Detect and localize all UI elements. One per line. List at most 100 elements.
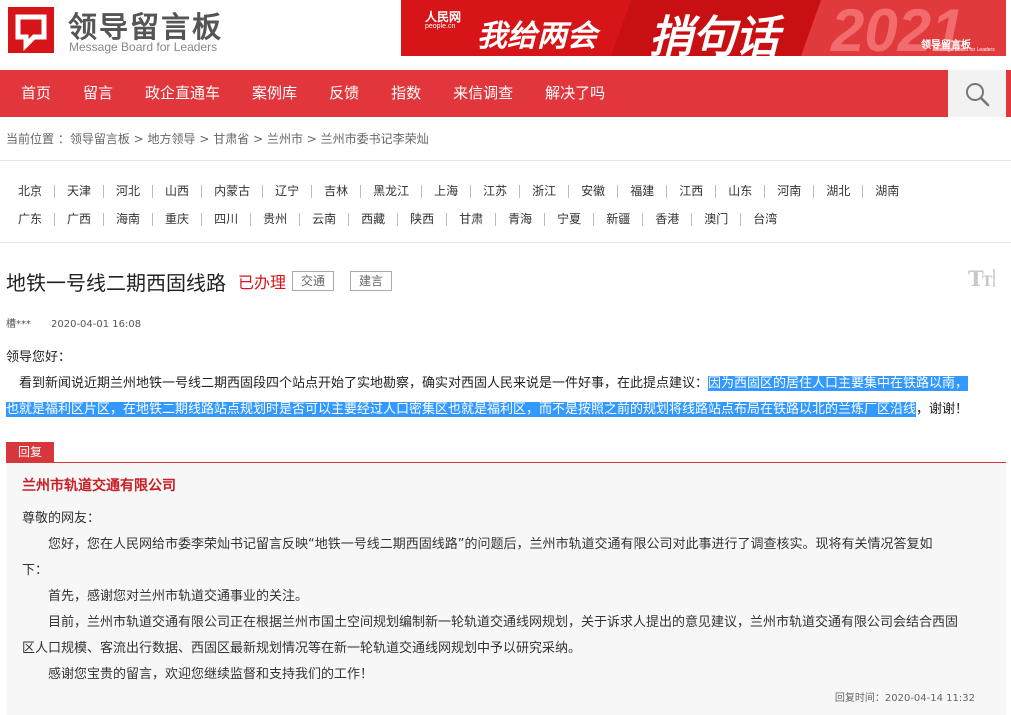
message-line-1: 看到新闻说近期兰州地铁一号线二期西固段四个站点开始了实地勘察，确实对西固人民来说…: [6, 371, 1006, 397]
reply-time: 回复时间：2020-04-14 11:32: [834, 693, 975, 704]
province-item[interactable]: 香港: [642, 212, 691, 226]
province-row-2: 广东 广西 海南 重庆 四川 贵州 云南 西藏 陕西 甘肃 青海 宁夏 新疆 香…: [8, 205, 1008, 233]
province-item[interactable]: 山西: [152, 184, 201, 198]
reply-paragraph: 目前，兰州市轨道交通有限公司正在根据兰州市国土空间规划编制新一轮轨道交通线网规划…: [48, 615, 959, 630]
status-badge: 已办理: [238, 273, 287, 292]
breadcrumb-local-leaders[interactable]: 地方领导: [148, 132, 196, 146]
province-item[interactable]: 重庆: [152, 212, 201, 226]
province-item[interactable]: 澳门: [691, 212, 740, 226]
message-greeting: 领导您好：: [6, 350, 72, 365]
message-line-2: 也就是福利区片区，在地铁二期线路站点规划时是否可以主要经过人口密集区也就是福利区…: [6, 397, 1006, 423]
province-item[interactable]: 福建: [617, 184, 666, 198]
message-text: 看到新闻说近期兰州地铁一号线二期西固段四个站点开始了实地勘察，确实对西固人民来说…: [19, 376, 709, 391]
province-item[interactable]: 吉林: [311, 184, 360, 198]
nav-messages[interactable]: 留言: [67, 70, 129, 117]
divider: [0, 242, 1011, 243]
province-item[interactable]: 黑龙江: [360, 184, 421, 198]
reply-tab: 回复: [6, 442, 54, 463]
font-size-icon[interactable]: T T: [968, 265, 996, 291]
message-author: 槽***: [6, 319, 31, 330]
selected-text: 也就是福利区片区，在地铁二期线路站点规划时是否可以主要经过人口密集区也就是福利区…: [6, 402, 917, 417]
province-item[interactable]: 广东: [8, 212, 54, 226]
province-item[interactable]: 内蒙古: [201, 184, 262, 198]
banner-brand-en: Message Board for Leaders: [933, 47, 995, 53]
reply-body: 尊敬的网友： 您好，您在人民网给市委李荣灿书记留言反映“地铁一号线二期西固线路”…: [22, 506, 984, 688]
province-item[interactable]: 河北: [103, 184, 152, 198]
province-item[interactable]: 广西: [54, 212, 103, 226]
tag-suggestion[interactable]: 建言: [350, 271, 393, 291]
message-body: 领导您好： 看到新闻说近期兰州地铁一号线二期西固段四个站点开始了实地勘察，确实对…: [6, 345, 1006, 423]
logo-icon: [8, 7, 54, 53]
province-item[interactable]: 西藏: [348, 212, 397, 226]
divider: [0, 160, 1011, 161]
breadcrumb-gansu[interactable]: 甘肃省: [213, 132, 249, 146]
breadcrumb-lanzhou[interactable]: 兰州市: [267, 132, 303, 146]
message-title-row: 地铁一号线二期西固线路 已办理 交通 建言: [6, 266, 393, 296]
province-item[interactable]: 云南: [299, 212, 348, 226]
province-item[interactable]: 甘肃: [446, 212, 495, 226]
province-item[interactable]: 河南: [764, 184, 813, 198]
nav-resolved[interactable]: 解决了吗: [529, 70, 621, 117]
breadcrumb-board[interactable]: 领导留言板: [70, 132, 130, 146]
tag-traffic[interactable]: 交通: [292, 271, 335, 291]
message-text: ，谢谢！: [916, 402, 969, 417]
province-list: 北京 天津 河北 山西 内蒙古 辽宁 吉林 黑龙江 上海 江苏 浙江 安徽 福建…: [8, 177, 1008, 233]
reply-panel: 兰州市轨道交通有限公司 尊敬的网友： 您好，您在人民网给市委李荣灿书记留言反映“…: [6, 463, 1006, 715]
reply-paragraph: 您好，您在人民网给市委李荣灿书记留言反映“地铁一号线二期西固线路”的问题后，兰州…: [48, 537, 933, 552]
nav-letter-survey[interactable]: 来信调查: [437, 70, 529, 117]
province-item[interactable]: 贵州: [250, 212, 299, 226]
province-item[interactable]: 北京: [8, 184, 54, 198]
province-item[interactable]: 宁夏: [544, 212, 593, 226]
banner-headline-part1: 我给两会: [477, 19, 597, 54]
province-item[interactable]: 江西: [666, 184, 715, 198]
nav-case-library[interactable]: 案例库: [236, 70, 313, 117]
two-sessions-banner[interactable]: 2021 人民网 people.cn 我给两会 捎句话 领导留言板 Messag…: [401, 0, 1006, 56]
reply-organization[interactable]: 兰州市轨道交通有限公司: [22, 475, 176, 495]
province-item[interactable]: 辽宁: [262, 184, 311, 198]
province-item[interactable]: 青海: [495, 212, 544, 226]
site-logo[interactable]: 领导留言板 Message Board for Leaders: [6, 4, 236, 56]
banner-headline-part2: 捎句话: [649, 12, 779, 56]
province-item[interactable]: 江苏: [470, 184, 519, 198]
reply-paragraph-cont: 下：: [22, 563, 49, 578]
province-item[interactable]: 安徽: [568, 184, 617, 198]
province-item[interactable]: 上海: [421, 184, 470, 198]
search-button[interactable]: [948, 70, 1006, 117]
province-item[interactable]: 山东: [715, 184, 764, 198]
message-meta: 槽*** 2020-04-01 16:08: [6, 315, 141, 330]
province-item[interactable]: 湖北: [813, 184, 862, 198]
province-item[interactable]: 台湾: [740, 212, 789, 226]
main-nav: 首页 留言 政企直通车 案例库 反馈 指数 来信调查 解决了吗: [0, 70, 1011, 117]
reply-paragraph: 感谢您宝贵的留言，欢迎您继续监督和支持我们的工作！: [48, 667, 374, 682]
logo-subtitle: Message Board for Leaders: [69, 40, 218, 54]
search-icon: [966, 82, 990, 106]
message-date: 2020-04-01 16:08: [51, 319, 142, 330]
people-cn-domain: people.cn: [425, 23, 456, 30]
breadcrumb-separator: >: [249, 132, 267, 146]
province-item[interactable]: 浙江: [519, 184, 568, 198]
reply-salutation: 尊敬的网友：: [22, 511, 101, 526]
province-item[interactable]: 海南: [103, 212, 152, 226]
breadcrumb-separator: >: [302, 132, 321, 146]
site-header: 领导留言板 Message Board for Leaders 2021 人民网…: [0, 0, 1011, 70]
reply-paragraph-cont: 区人口规模、客流出行数据、西固区最新规划情况等在新一轮轨道交通线网规划中予以研究…: [22, 641, 582, 656]
breadcrumb-secretary[interactable]: 兰州市委书记李荣灿: [321, 132, 429, 146]
province-item[interactable]: 天津: [54, 184, 103, 198]
selected-text: 因为西固区的居住人口主要集中在铁路以南，: [708, 376, 969, 391]
province-item[interactable]: 湖南: [862, 184, 911, 198]
breadcrumb-prefix: 当前位置 ：: [6, 132, 70, 146]
breadcrumb-separator: >: [195, 132, 214, 146]
province-item[interactable]: 四川: [201, 212, 250, 226]
province-item[interactable]: 新疆: [593, 212, 642, 226]
nav-home[interactable]: 首页: [0, 70, 67, 117]
nav-enterprise-express[interactable]: 政企直通车: [129, 70, 236, 117]
svg-text:T: T: [982, 274, 993, 290]
nav-feedback[interactable]: 反馈: [313, 70, 375, 117]
message-title: 地铁一号线二期西固线路: [6, 270, 226, 295]
breadcrumb: 当前位置 ：领导留言板 > 地方领导 > 甘肃省 > 兰州市 > 兰州市委书记李…: [6, 130, 429, 147]
reply-paragraph: 首先，感谢您对兰州市轨道交通事业的关注。: [48, 589, 309, 604]
province-row-1: 北京 天津 河北 山西 内蒙古 辽宁 吉林 黑龙江 上海 江苏 浙江 安徽 福建…: [8, 177, 1008, 205]
breadcrumb-separator: >: [129, 132, 148, 146]
province-item[interactable]: 陕西: [397, 212, 446, 226]
nav-index[interactable]: 指数: [375, 70, 437, 117]
